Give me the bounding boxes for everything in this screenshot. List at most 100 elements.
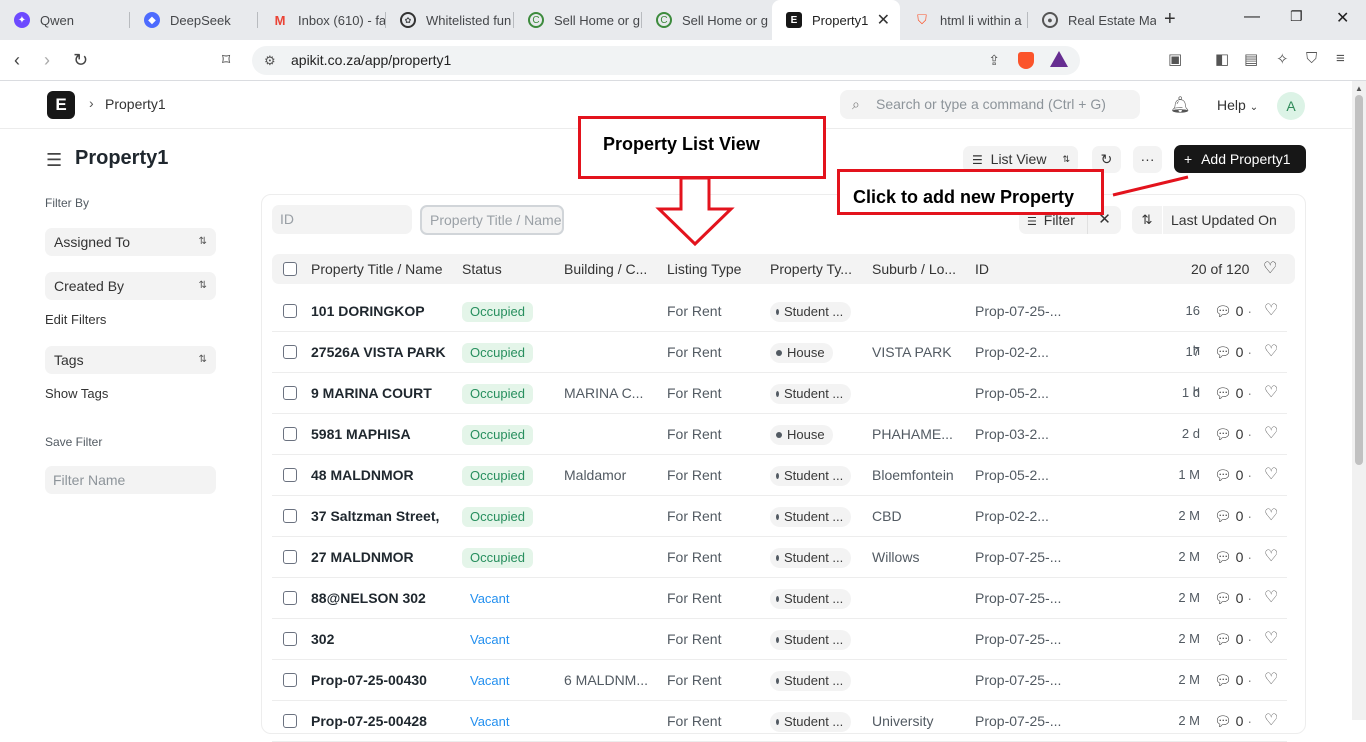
reload-icon[interactable]: ↻ (73, 50, 88, 71)
column-header[interactable]: Building / C... (564, 254, 659, 284)
comment-count[interactable]: 💬︎ 0 · (1214, 414, 1252, 454)
table-row[interactable]: 5981 MAPHISA Occupied For Rent House PHAHAME… (272, 414, 1287, 455)
heart-icon[interactable]: ♡ (1264, 373, 1278, 413)
property-title[interactable]: 101 DORINGKOP (311, 291, 449, 331)
table-row[interactable]: 48 MALDNMOR Occupied Maldamor For Rent Stude… (272, 455, 1287, 496)
property-title[interactable]: 5981 MAPHISA (311, 414, 449, 454)
brave-rewards-icon[interactable] (1050, 51, 1068, 67)
property-title[interactable]: 27526A VISTA PARK (311, 332, 449, 372)
back-icon[interactable]: ‹ (14, 50, 20, 71)
property-title[interactable]: 48 MALDNMOR (311, 455, 449, 495)
breadcrumb[interactable]: Property1 (105, 96, 166, 112)
row-checkbox[interactable] (283, 427, 297, 441)
show-tags-link[interactable]: Show Tags (45, 386, 108, 401)
table-row[interactable]: 302 Vacant For Rent Student ... Prop-07-25-.… (272, 619, 1287, 660)
browser-tab[interactable]: ✿ Whitelisted fun (386, 0, 514, 40)
heart-icon[interactable]: ♡ (1264, 455, 1278, 495)
heart-icon[interactable]: ♡ (1264, 496, 1278, 536)
property-title[interactable]: 27 MALDNMOR (311, 537, 449, 577)
reader-icon[interactable]: ▣ (1168, 50, 1182, 68)
scrollbar-thumb[interactable] (1355, 95, 1363, 465)
browser-tab[interactable]: C Sell Home or g (514, 0, 642, 40)
property-title[interactable]: 9 MARINA COURT (311, 373, 449, 413)
share-icon[interactable]: ⇪ (988, 46, 1000, 75)
heart-icon[interactable]: ♡ (1263, 254, 1277, 284)
comment-count[interactable]: 💬︎ 0 · (1214, 496, 1252, 536)
row-checkbox[interactable] (283, 550, 297, 564)
comment-count[interactable]: 💬︎ 0 · (1214, 537, 1252, 577)
id-filter-input[interactable]: ID (272, 205, 412, 234)
comment-count[interactable]: 💬︎ 0 · (1214, 619, 1252, 659)
minimize-icon[interactable]: — (1244, 8, 1260, 26)
address-bar[interactable]: ⚙ apikit.co.za/app/property1 ⇪ (252, 46, 1080, 75)
comment-count[interactable]: 💬︎ 0 · (1214, 660, 1252, 700)
add-property-button[interactable]: + Add Property1 (1174, 145, 1306, 173)
edit-filters-link[interactable]: Edit Filters (45, 312, 106, 327)
leo-ai-icon[interactable]: ✧ (1276, 50, 1289, 68)
heart-icon[interactable]: ♡ (1264, 619, 1278, 659)
forward-icon[interactable]: › (44, 50, 50, 71)
column-header[interactable]: ID (975, 254, 1070, 284)
new-tab-icon[interactable]: + (1164, 8, 1176, 31)
filter-name-input[interactable]: Filter Name (45, 466, 216, 494)
heart-icon[interactable]: ♡ (1264, 660, 1278, 700)
row-checkbox[interactable] (283, 386, 297, 400)
avatar[interactable]: A (1277, 92, 1305, 120)
column-header[interactable]: Suburb / Lo... (872, 254, 967, 284)
comment-count[interactable]: 💬︎ 0 · (1214, 373, 1252, 413)
brave-shields-icon[interactable] (1018, 52, 1034, 69)
app-logo[interactable]: E (47, 91, 75, 119)
column-header[interactable]: Listing Type (667, 254, 762, 284)
column-header[interactable]: Status (462, 254, 557, 284)
heart-icon[interactable]: ♡ (1264, 414, 1278, 454)
wallet-icon[interactable]: ▤ (1244, 50, 1258, 68)
row-checkbox[interactable] (283, 714, 297, 728)
window-close-icon[interactable]: ✕ (1336, 8, 1349, 28)
scroll-up-icon[interactable]: ▲ (1355, 84, 1363, 93)
row-checkbox[interactable] (283, 509, 297, 523)
row-checkbox[interactable] (283, 345, 297, 359)
column-header[interactable]: Property Title / Name (311, 254, 451, 284)
menu-icon[interactable]: ≡ (1336, 50, 1345, 67)
notification-bell-icon[interactable]: 🔔︎ (1170, 95, 1190, 115)
comment-count[interactable]: 💬︎ 0 · (1214, 701, 1252, 741)
row-checkbox[interactable] (283, 591, 297, 605)
tags-select[interactable]: Tags ⇅ (45, 346, 216, 374)
heart-icon[interactable]: ♡ (1264, 332, 1278, 372)
table-row[interactable]: Prop-07-25-00428 Vacant For Rent Student ..… (272, 701, 1287, 742)
browser-tab[interactable]: ✦ Qwen (0, 0, 130, 40)
browser-tab[interactable]: ⛉ html li within a (900, 0, 1028, 40)
bookmark-icon[interactable]: ⌑ (222, 50, 230, 70)
table-row[interactable]: 101 DORINGKOP Occupied For Rent Student ...… (272, 291, 1287, 358)
sort-order-button[interactable]: ⇅ (1132, 206, 1162, 234)
table-row[interactable]: 27526A VISTA PARK Occupied For Rent House VI… (272, 332, 1287, 399)
table-row[interactable]: Prop-07-25-00430 Vacant 6 MALDNM... For Ren… (272, 660, 1287, 701)
close-tab-icon[interactable]: ✕ (877, 10, 890, 30)
table-row[interactable]: 9 MARINA COURT Occupied MARINA C... For Ren… (272, 373, 1287, 414)
sort-by-select[interactable]: Last Updated On (1163, 206, 1295, 234)
row-checkbox[interactable] (283, 468, 297, 482)
property-title[interactable]: 37 Saltzman Street, (311, 496, 449, 536)
browser-tab[interactable]: ● Real Estate Ma (1028, 0, 1156, 40)
assigned-to-select[interactable]: Assigned To ⇅ (45, 228, 216, 256)
comment-count[interactable]: 💬︎ 0 · (1214, 578, 1252, 618)
select-all-checkbox[interactable] (283, 262, 297, 276)
heart-icon[interactable]: ♡ (1264, 578, 1278, 618)
row-checkbox[interactable] (283, 673, 297, 687)
vpn-icon[interactable]: ⛉ (1306, 50, 1317, 67)
created-by-select[interactable]: Created By ⇅ (45, 272, 216, 300)
browser-tab-active[interactable]: E Property1 ✕ (772, 0, 900, 40)
sidebar-toggle-icon[interactable]: ◧ (1215, 50, 1229, 68)
column-header[interactable]: Property Ty... (770, 254, 865, 284)
browser-tab[interactable]: ◆ DeepSeek (130, 0, 258, 40)
help-dropdown[interactable]: Help ⌄ (1217, 97, 1258, 113)
heart-icon[interactable]: ♡ (1264, 701, 1278, 741)
row-checkbox[interactable] (283, 304, 297, 318)
sidebar-toggle-icon[interactable]: ☰ (46, 150, 62, 171)
browser-tab[interactable]: M Inbox (610) - fa (258, 0, 386, 40)
heart-icon[interactable]: ♡ (1264, 537, 1278, 577)
comment-count[interactable]: 💬︎ 0 · (1214, 455, 1252, 495)
property-title[interactable]: Prop-07-25-00428 (311, 701, 449, 741)
property-title[interactable]: 302 (311, 619, 449, 659)
heart-icon[interactable]: ♡ (1264, 291, 1278, 331)
